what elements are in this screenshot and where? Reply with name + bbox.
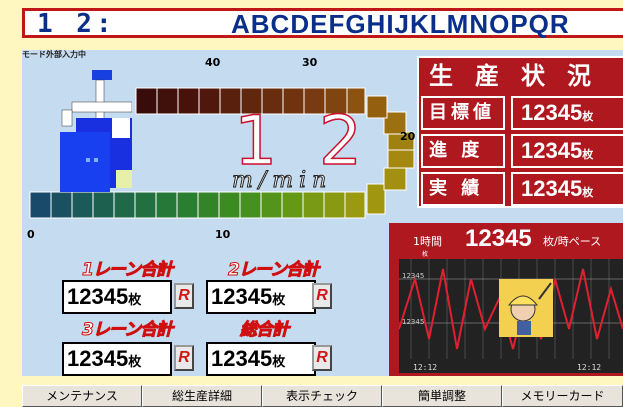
easy-adjust-button[interactable]: 簡単調整 <box>382 385 502 407</box>
gauge-segment <box>156 87 179 115</box>
lane3-reset-button[interactable]: R <box>174 345 194 371</box>
target-row: 目標値 12345枚 <box>419 94 623 132</box>
worker-icon <box>499 279 553 337</box>
gauge-segment <box>197 191 220 219</box>
gauge-segment <box>239 191 262 219</box>
rate-label: 1時間 <box>413 235 442 248</box>
gauge-segment <box>218 191 241 219</box>
gauge-segment <box>260 191 283 219</box>
header-bar: 1 2: ABCDEFGHIJKLMNOPQR <box>22 8 623 39</box>
gauge-segment <box>281 191 304 219</box>
gauge-segment <box>198 87 221 115</box>
grand-total: 12345枚 <box>206 342 316 376</box>
lane2-label: 2レーン合計 <box>228 260 320 281</box>
gauge-segment <box>134 191 157 219</box>
rate-small-unit: 枚 <box>422 251 429 258</box>
memory-card-button[interactable]: メモリーカード <box>502 385 623 407</box>
lane1-reset-button[interactable]: R <box>174 283 194 309</box>
display-check-button[interactable]: 表示チェック <box>262 385 382 407</box>
progress-row: 進 度 12345枚 <box>419 132 623 170</box>
gauge-tick-40: 40 <box>205 56 221 69</box>
bottom-menu-bar: メンテナンス 総生産詳細 表示チェック 簡単調整 メモリーカード <box>22 385 623 407</box>
gauge-segment <box>387 149 415 169</box>
rate-value: 12345 <box>465 225 532 252</box>
actual-row: 実 績 12345枚 <box>419 170 623 208</box>
machine-number: 1 2: <box>37 9 116 39</box>
main-panel: モード外部入力中 40 30 20 10 0 1 2 m/min 生産状況 目標… <box>22 50 623 376</box>
progress-label: 進 度 <box>421 134 505 168</box>
gauge-segment <box>176 191 199 219</box>
gauge-segment <box>155 191 178 219</box>
gauge-tick-20: 20 <box>400 130 416 143</box>
lane2-reset-button[interactable]: R <box>312 283 332 309</box>
lane1-total: 12345枚 <box>62 280 172 314</box>
production-status-panel: 生産状況 目標値 12345枚 進 度 12345枚 実 績 12345枚 <box>417 56 623 208</box>
lane2-total: 12345枚 <box>206 280 316 314</box>
gauge-segment <box>302 191 325 219</box>
gauge-tick-30: 30 <box>302 56 318 69</box>
actual-label: 実 績 <box>421 172 505 206</box>
grand-total-label: 総合計 <box>240 320 290 341</box>
gauge-segment <box>383 167 407 191</box>
mode-label: モード外部入力中 <box>22 50 86 59</box>
hourly-rate-panel: 1時間 12345 枚/時ペース 枚 12345 12345 12:12 12:… <box>389 223 623 376</box>
gauge-segment <box>323 191 346 219</box>
gauge-segment <box>344 191 366 219</box>
rate-y-label-mid: 12345 <box>402 318 425 326</box>
production-details-button[interactable]: 総生産詳細 <box>142 385 262 407</box>
machine-icon <box>60 70 132 192</box>
speed-unit: m/min <box>231 168 333 194</box>
lane3-label: 3レーン合計 <box>82 320 174 341</box>
app-frame: 1 2: ABCDEFGHIJKLMNOPQR モード外部入力中 40 30 2… <box>0 0 623 407</box>
product-code: ABCDEFGHIJKLMNOPQR <box>231 9 570 39</box>
gauge-segment <box>135 87 158 115</box>
production-title: 生産状況 <box>429 62 613 90</box>
rate-y-label-top: 12345 <box>402 272 425 280</box>
gauge-segment <box>29 191 52 219</box>
grand-total-reset-button[interactable]: R <box>312 345 332 371</box>
rate-chart: 12345 12345 12:12 12:12 <box>398 259 623 373</box>
gauge-tick-10: 10 <box>215 228 231 241</box>
lane3-total: 12345枚 <box>62 342 172 376</box>
rate-x-label-start: 12:12 <box>413 363 438 372</box>
target-label: 目標値 <box>421 96 505 130</box>
gauge-segment <box>177 87 200 115</box>
rate-unit: 枚/時ペース <box>543 235 602 248</box>
maintenance-button[interactable]: メンテナンス <box>22 385 142 407</box>
target-value: 12345枚 <box>511 96 623 130</box>
rate-x-label-end: 12:12 <box>577 363 602 372</box>
gauge-tick-0: 0 <box>27 228 35 241</box>
gauge-segment <box>366 183 386 215</box>
progress-value: 12345枚 <box>511 134 623 168</box>
lane1-label: 1レーン合計 <box>82 260 174 281</box>
actual-value: 12345枚 <box>511 172 623 206</box>
